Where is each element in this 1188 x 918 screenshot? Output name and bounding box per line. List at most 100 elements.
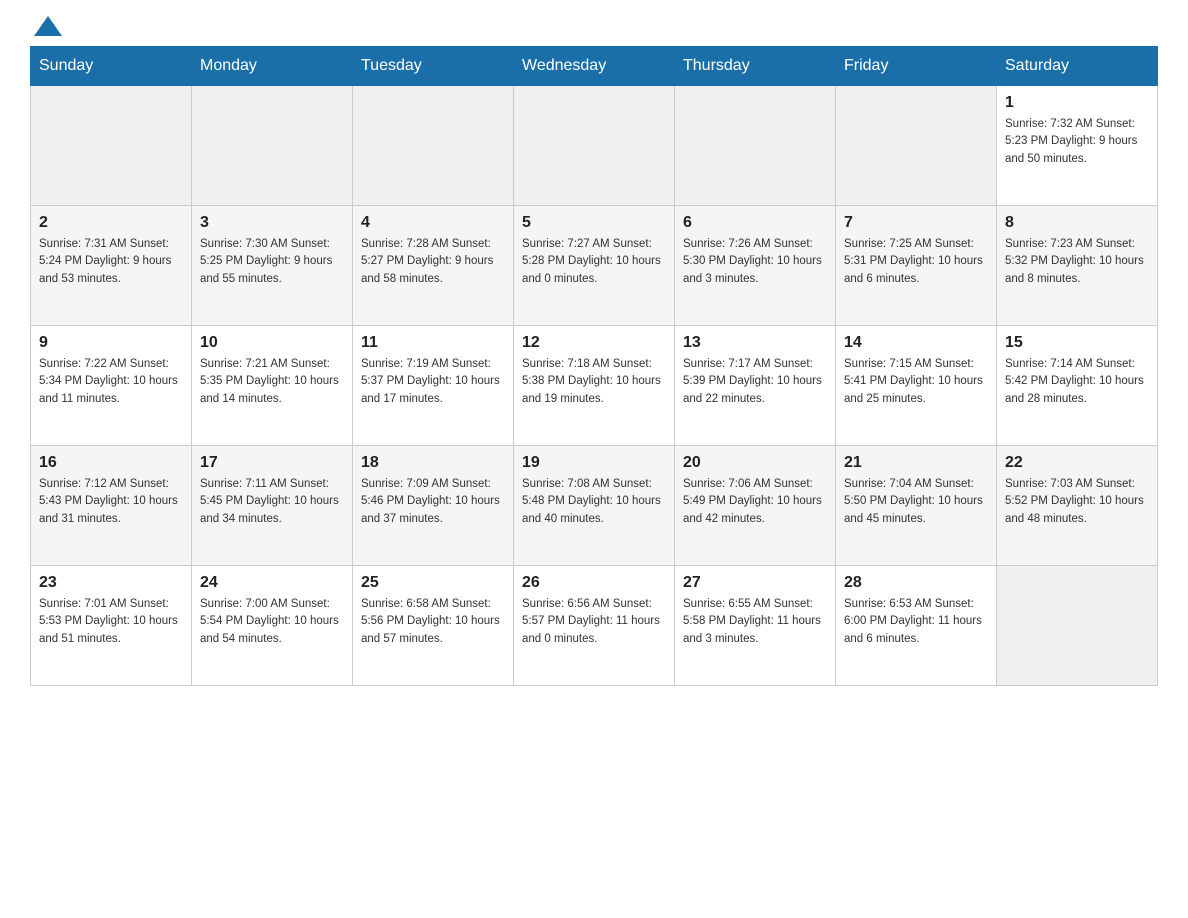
calendar-week-row: 16 Sunrise: 7:12 AM Sunset: 5:43 PM Dayli… — [31, 446, 1158, 566]
day-info: Sunrise: 7:25 AM Sunset: 5:31 PM Dayligh… — [844, 236, 988, 288]
logo — [30, 20, 62, 36]
calendar-cell: 3 Sunrise: 7:30 AM Sunset: 5:25 PM Daylig… — [192, 206, 353, 326]
day-number: 14 — [844, 334, 988, 352]
weekday-header-friday: Friday — [836, 47, 997, 86]
calendar-cell: 1 Sunrise: 7:32 AM Sunset: 5:23 PM Daylig… — [997, 86, 1158, 206]
weekday-header-sunday: Sunday — [31, 47, 192, 86]
day-info: Sunrise: 6:53 AM Sunset: 6:00 PM Dayligh… — [844, 596, 988, 648]
calendar-cell: 6Sunrise: 7:26 AM Sunset: 5:30 PM Daylig… — [675, 206, 836, 326]
calendar-week-row: 2Sunrise: 7:31 AM Sunset: 5:24 PM Daylig… — [31, 206, 1158, 326]
calendar-cell: 8 Sunrise: 7:23 AM Sunset: 5:32 PM Daylig… — [997, 206, 1158, 326]
calendar-cell: 25 Sunrise: 6:58 AM Sunset: 5:56 PM Dayli… — [353, 566, 514, 686]
day-number: 13 — [683, 334, 827, 352]
day-number: 22 — [1005, 454, 1149, 472]
day-number: 21 — [844, 454, 988, 472]
day-number: 5 — [522, 214, 666, 232]
calendar-week-row: 23 Sunrise: 7:01 AM Sunset: 5:53 PM Dayli… — [31, 566, 1158, 686]
calendar-table: SundayMondayTuesdayWednesdayThursdayFrid… — [30, 46, 1158, 686]
page-header — [30, 20, 1158, 36]
calendar-cell: 15 Sunrise: 7:14 AM Sunset: 5:42 PM Dayli… — [997, 326, 1158, 446]
day-info: Sunrise: 6:55 AM Sunset: 5:58 PM Dayligh… — [683, 596, 827, 648]
calendar-cell: 5Sunrise: 7:27 AM Sunset: 5:28 PM Daylig… — [514, 206, 675, 326]
day-info: Sunrise: 7:12 AM Sunset: 5:43 PM Dayligh… — [39, 476, 183, 528]
day-info: Sunrise: 7:04 AM Sunset: 5:50 PM Dayligh… — [844, 476, 988, 528]
calendar-cell — [353, 86, 514, 206]
calendar-cell — [675, 86, 836, 206]
day-number: 15 — [1005, 334, 1149, 352]
calendar-week-row: 1 Sunrise: 7:32 AM Sunset: 5:23 PM Daylig… — [31, 86, 1158, 206]
day-number: 4 — [361, 214, 505, 232]
calendar-cell: 2Sunrise: 7:31 AM Sunset: 5:24 PM Daylig… — [31, 206, 192, 326]
calendar-cell — [514, 86, 675, 206]
calendar-cell: 13 Sunrise: 7:17 AM Sunset: 5:39 PM Dayli… — [675, 326, 836, 446]
weekday-header-wednesday: Wednesday — [514, 47, 675, 86]
day-number: 28 — [844, 574, 988, 592]
day-info: Sunrise: 7:08 AM Sunset: 5:48 PM Dayligh… — [522, 476, 666, 528]
day-info: Sunrise: 7:01 AM Sunset: 5:53 PM Dayligh… — [39, 596, 183, 648]
day-number: 26 — [522, 574, 666, 592]
day-number: 25 — [361, 574, 505, 592]
day-info: Sunrise: 7:18 AM Sunset: 5:38 PM Dayligh… — [522, 356, 666, 408]
weekday-header-thursday: Thursday — [675, 47, 836, 86]
calendar-cell: 23 Sunrise: 7:01 AM Sunset: 5:53 PM Dayli… — [31, 566, 192, 686]
day-info: Sunrise: 7:09 AM Sunset: 5:46 PM Dayligh… — [361, 476, 505, 528]
weekday-header-monday: Monday — [192, 47, 353, 86]
day-info: Sunrise: 7:15 AM Sunset: 5:41 PM Dayligh… — [844, 356, 988, 408]
calendar-cell: 4 Sunrise: 7:28 AM Sunset: 5:27 PM Daylig… — [353, 206, 514, 326]
day-info: Sunrise: 7:31 AM Sunset: 5:24 PM Dayligh… — [39, 236, 183, 288]
day-info: Sunrise: 7:23 AM Sunset: 5:32 PM Dayligh… — [1005, 236, 1149, 288]
calendar-cell: 18 Sunrise: 7:09 AM Sunset: 5:46 PM Dayli… — [353, 446, 514, 566]
day-info: Sunrise: 6:58 AM Sunset: 5:56 PM Dayligh… — [361, 596, 505, 648]
day-info: Sunrise: 7:28 AM Sunset: 5:27 PM Dayligh… — [361, 236, 505, 288]
day-info: Sunrise: 7:17 AM Sunset: 5:39 PM Dayligh… — [683, 356, 827, 408]
calendar-cell: 21 Sunrise: 7:04 AM Sunset: 5:50 PM Dayli… — [836, 446, 997, 566]
calendar-cell: 19 Sunrise: 7:08 AM Sunset: 5:48 PM Dayli… — [514, 446, 675, 566]
day-number: 19 — [522, 454, 666, 472]
day-number: 11 — [361, 334, 505, 352]
calendar-cell: 11 Sunrise: 7:19 AM Sunset: 5:37 PM Dayli… — [353, 326, 514, 446]
day-number: 1 — [1005, 94, 1149, 112]
day-number: 23 — [39, 574, 183, 592]
calendar-cell: 24 Sunrise: 7:00 AM Sunset: 5:54 PM Dayli… — [192, 566, 353, 686]
calendar-cell: 14 Sunrise: 7:15 AM Sunset: 5:41 PM Dayli… — [836, 326, 997, 446]
day-info: Sunrise: 7:06 AM Sunset: 5:49 PM Dayligh… — [683, 476, 827, 528]
day-number: 16 — [39, 454, 183, 472]
calendar-cell: 16 Sunrise: 7:12 AM Sunset: 5:43 PM Dayli… — [31, 446, 192, 566]
calendar-cell — [192, 86, 353, 206]
calendar-cell: 27 Sunrise: 6:55 AM Sunset: 5:58 PM Dayli… — [675, 566, 836, 686]
calendar-cell — [836, 86, 997, 206]
day-number: 27 — [683, 574, 827, 592]
logo-triangle-icon — [34, 16, 62, 36]
day-info: Sunrise: 7:30 AM Sunset: 5:25 PM Dayligh… — [200, 236, 344, 288]
calendar-header-row: SundayMondayTuesdayWednesdayThursdayFrid… — [31, 47, 1158, 86]
day-info: Sunrise: 7:22 AM Sunset: 5:34 PM Dayligh… — [39, 356, 183, 408]
day-number: 24 — [200, 574, 344, 592]
day-number: 9 — [39, 334, 183, 352]
calendar-cell: 10 Sunrise: 7:21 AM Sunset: 5:35 PM Dayli… — [192, 326, 353, 446]
calendar-cell: 22 Sunrise: 7:03 AM Sunset: 5:52 PM Dayli… — [997, 446, 1158, 566]
calendar-cell: 28 Sunrise: 6:53 AM Sunset: 6:00 PM Dayli… — [836, 566, 997, 686]
calendar-cell: 7Sunrise: 7:25 AM Sunset: 5:31 PM Daylig… — [836, 206, 997, 326]
day-info: Sunrise: 7:14 AM Sunset: 5:42 PM Dayligh… — [1005, 356, 1149, 408]
weekday-header-tuesday: Tuesday — [353, 47, 514, 86]
day-info: Sunrise: 7:11 AM Sunset: 5:45 PM Dayligh… — [200, 476, 344, 528]
calendar-cell: 12 Sunrise: 7:18 AM Sunset: 5:38 PM Dayli… — [514, 326, 675, 446]
calendar-cell — [31, 86, 192, 206]
day-number: 18 — [361, 454, 505, 472]
day-info: Sunrise: 7:03 AM Sunset: 5:52 PM Dayligh… — [1005, 476, 1149, 528]
calendar-cell: 17 Sunrise: 7:11 AM Sunset: 5:45 PM Dayli… — [192, 446, 353, 566]
day-number: 20 — [683, 454, 827, 472]
day-info: Sunrise: 7:19 AM Sunset: 5:37 PM Dayligh… — [361, 356, 505, 408]
day-number: 10 — [200, 334, 344, 352]
calendar-cell — [997, 566, 1158, 686]
day-number: 8 — [1005, 214, 1149, 232]
day-info: Sunrise: 7:21 AM Sunset: 5:35 PM Dayligh… — [200, 356, 344, 408]
day-number: 3 — [200, 214, 344, 232]
day-number: 6 — [683, 214, 827, 232]
day-number: 17 — [200, 454, 344, 472]
day-number: 12 — [522, 334, 666, 352]
day-info: Sunrise: 7:32 AM Sunset: 5:23 PM Dayligh… — [1005, 116, 1149, 168]
day-info: Sunrise: 7:00 AM Sunset: 5:54 PM Dayligh… — [200, 596, 344, 648]
calendar-cell: 20 Sunrise: 7:06 AM Sunset: 5:49 PM Dayli… — [675, 446, 836, 566]
calendar-cell: 26Sunrise: 6:56 AM Sunset: 5:57 PM Dayli… — [514, 566, 675, 686]
